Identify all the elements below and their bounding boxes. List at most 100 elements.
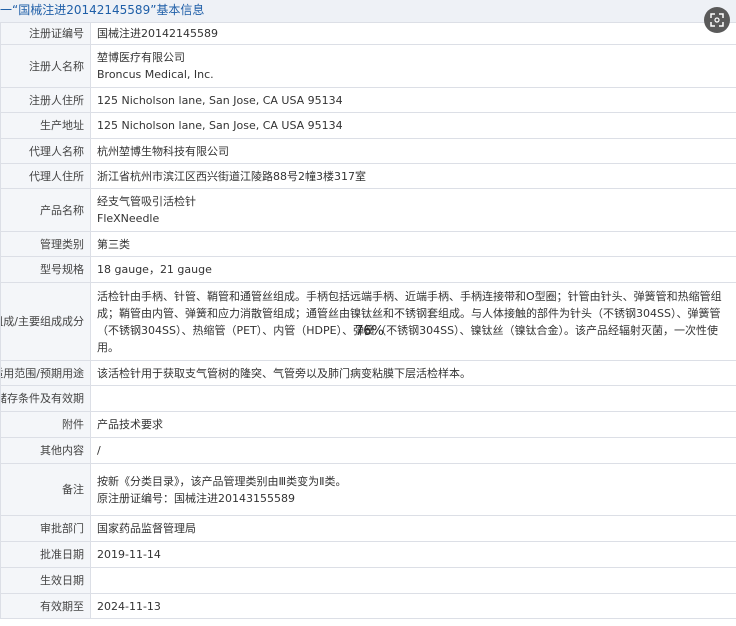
row-value: [90, 385, 736, 412]
table-row: 代理人住所 浙江省杭州市滨江区西兴街道江陵路88号2幢3楼317室: [0, 163, 736, 189]
table-row: 审批部门 国家药品监督管理局: [0, 515, 736, 542]
table-row: 附件 产品技术要求: [0, 411, 736, 438]
row-label-text: 产品储存条件及有效期: [2, 392, 85, 405]
row-value: 杭州堃博生物科技有限公司: [90, 138, 736, 164]
row-value-line: 18 gauge，21 gauge: [97, 263, 212, 276]
section-header: 一“国械注进20142145589”基本信息: [0, 0, 736, 22]
table-row: 备注 按新《分类目录》，该产品管理类别由Ⅲ类变为Ⅱ类。 原注册证编号：国械注进201…: [0, 463, 736, 516]
row-label: 审批部门: [0, 515, 91, 542]
row-value: 第三类: [90, 231, 736, 257]
row-value-line: /: [97, 444, 101, 457]
row-label: 注册证编号: [0, 22, 91, 45]
row-value: 经支气管吸引活检针 FleXNeedle: [90, 188, 736, 232]
row-value: 2019-11-14: [90, 541, 736, 568]
table-row: 批准日期 2019-11-14: [0, 541, 736, 568]
table-row: 型号规格 18 gauge，21 gauge: [0, 256, 736, 283]
row-label: 注册人名称: [0, 44, 91, 88]
row-label: 产品储存条件及有效期: [0, 385, 91, 412]
row-value-line: 2024-11-13: [97, 599, 161, 613]
row-value-line: 国械注进20142145589: [97, 27, 218, 40]
row-label: 注册人住所: [0, 87, 91, 113]
row-label: 其他内容: [0, 437, 91, 464]
row-label: 代理人名称: [0, 138, 91, 164]
table-row: 生产地址 125 Nicholson lane, San Jose, CA USA…: [0, 112, 736, 139]
row-label: 附件: [0, 411, 91, 438]
table-row: 结构及组成/主要组成成分活检针由手柄、针管、鞘管和通管丝组成。手柄包括远端手柄、…: [0, 282, 736, 361]
row-value-line: 浙江省杭州市滨江区西兴街道江陵路88号2幢3楼317室: [97, 169, 366, 183]
row-label-text: 其他内容: [40, 444, 84, 457]
row-value: /: [90, 437, 736, 464]
row-label-text: 生产地址: [40, 119, 84, 132]
table-row: 产品名称 经支气管吸引活检针 FleXNeedle: [0, 188, 736, 232]
row-label: 适用范围/预期用途: [0, 360, 91, 386]
section-title: 一“国械注进20142145589”基本信息: [0, 3, 205, 17]
row-value-line: 按新《分类目录》，该产品管理类别由Ⅲ类变为Ⅱ类。: [97, 474, 347, 488]
row-value-line: 125 Nicholson lane, San Jose, CA USA 951…: [97, 119, 343, 132]
row-label-text: 型号规格: [40, 263, 84, 276]
row-value-line: 125 Nicholson lane, San Jose, CA USA 951…: [97, 93, 343, 107]
row-label-text: 适用范围/预期用途: [0, 366, 85, 380]
row-value: 活检针由手柄、针管、鞘管和通管丝组成。手柄包括远端手柄、近端手柄、手柄连接带和O…: [90, 282, 736, 361]
row-label-text: 代理人名称: [29, 144, 84, 158]
row-value: 按新《分类目录》，该产品管理类别由Ⅲ类变为Ⅱ类。 原注册证编号：国械注进20143…: [90, 463, 736, 516]
table-row: 管理类别 第三类: [0, 231, 736, 257]
row-value-line: 杭州堃博生物科技有限公司: [97, 144, 229, 158]
row-label: 备注: [0, 463, 91, 516]
row-value: 18 gauge，21 gauge: [90, 256, 736, 283]
row-label: 产品名称: [0, 188, 91, 232]
row-value-line: 国家药品监督管理局: [97, 522, 196, 535]
table-row: 生效日期: [0, 567, 736, 594]
row-label-text: 产品名称: [40, 203, 84, 217]
row-label-text: 审批部门: [40, 522, 84, 535]
row-value-line: 经支气管吸引活检针: [97, 195, 196, 208]
row-label-text: 结构及组成/主要组成成分: [2, 315, 85, 328]
row-label: 有效期至: [0, 593, 91, 619]
table-row: 产品储存条件及有效期: [0, 385, 736, 412]
row-label-text: 注册证编号: [29, 27, 84, 40]
expand-button[interactable]: [704, 7, 730, 33]
row-label-text: 附件: [62, 418, 84, 431]
row-value-line: 2019-11-14: [97, 548, 161, 561]
info-table: 注册证编号 国械注进20142145589 注册人名称 堃博医疗有限公司 Broncus…: [0, 22, 736, 619]
row-label-text: 批准日期: [40, 548, 84, 561]
row-value-line: 该活检针用于获取支气管树的隆突、气管旁以及肺门病变粘膜下层活检样本。: [97, 366, 471, 380]
row-label: 代理人住所: [0, 163, 91, 189]
row-value-line: 堃博医疗有限公司: [97, 51, 185, 64]
table-row: 注册人住所 125 Nicholson lane, San Jose, CA US…: [0, 87, 736, 113]
row-label-text: 代理人住所: [29, 169, 84, 183]
row-value: 产品技术要求: [90, 411, 736, 438]
row-label: 结构及组成/主要组成成分: [0, 282, 91, 361]
table-row: 注册证编号 国械注进20142145589: [0, 22, 736, 45]
table-row: 其他内容 /: [0, 437, 736, 464]
row-value-line: Broncus Medical, Inc.: [97, 68, 214, 81]
row-value: 125 Nicholson lane, San Jose, CA USA 951…: [90, 112, 736, 139]
table-row: 适用范围/预期用途 该活检针用于获取支气管树的隆突、气管旁以及肺门病变粘膜下层活检…: [0, 360, 736, 386]
row-label-text: 备注: [62, 483, 84, 496]
row-label-text: 注册人名称: [29, 59, 84, 73]
row-label-text: 注册人住所: [29, 93, 84, 107]
row-value: 2024-11-13: [90, 593, 736, 619]
row-value: 国械注进20142145589: [90, 22, 736, 45]
row-label-text: 有效期至: [40, 599, 84, 613]
row-value-line: FleXNeedle: [97, 212, 160, 225]
row-value: [90, 567, 736, 594]
row-label-text: 管理类别: [40, 237, 84, 251]
row-value: 国家药品监督管理局: [90, 515, 736, 542]
row-value-line: 第三类: [97, 237, 130, 251]
row-value-line: 原注册证编号：国械注进20143155589: [97, 491, 295, 505]
expand-icon: [710, 13, 724, 27]
row-value-line: 产品技术要求: [97, 418, 163, 431]
row-label: 生产地址: [0, 112, 91, 139]
row-label: 型号规格: [0, 256, 91, 283]
row-value: 125 Nicholson lane, San Jose, CA USA 951…: [90, 87, 736, 113]
row-label: 管理类别: [0, 231, 91, 257]
row-label-text: 生效日期: [40, 574, 84, 587]
table-row: 注册人名称 堃博医疗有限公司 Broncus Medical, Inc.: [0, 44, 736, 88]
row-value-line: 活检针由手柄、针管、鞘管和通管丝组成。手柄包括远端手柄、近端手柄、手柄连接带和O…: [97, 289, 722, 354]
table-row: 代理人名称 杭州堃博生物科技有限公司: [0, 138, 736, 164]
row-label: 生效日期: [0, 567, 91, 594]
table-row: 有效期至 2024-11-13: [0, 593, 736, 619]
row-value: 堃博医疗有限公司 Broncus Medical, Inc.: [90, 44, 736, 88]
row-value: 浙江省杭州市滨江区西兴街道江陵路88号2幢3楼317室: [90, 163, 736, 189]
row-value: 该活检针用于获取支气管树的隆突、气管旁以及肺门病变粘膜下层活检样本。: [90, 360, 736, 386]
